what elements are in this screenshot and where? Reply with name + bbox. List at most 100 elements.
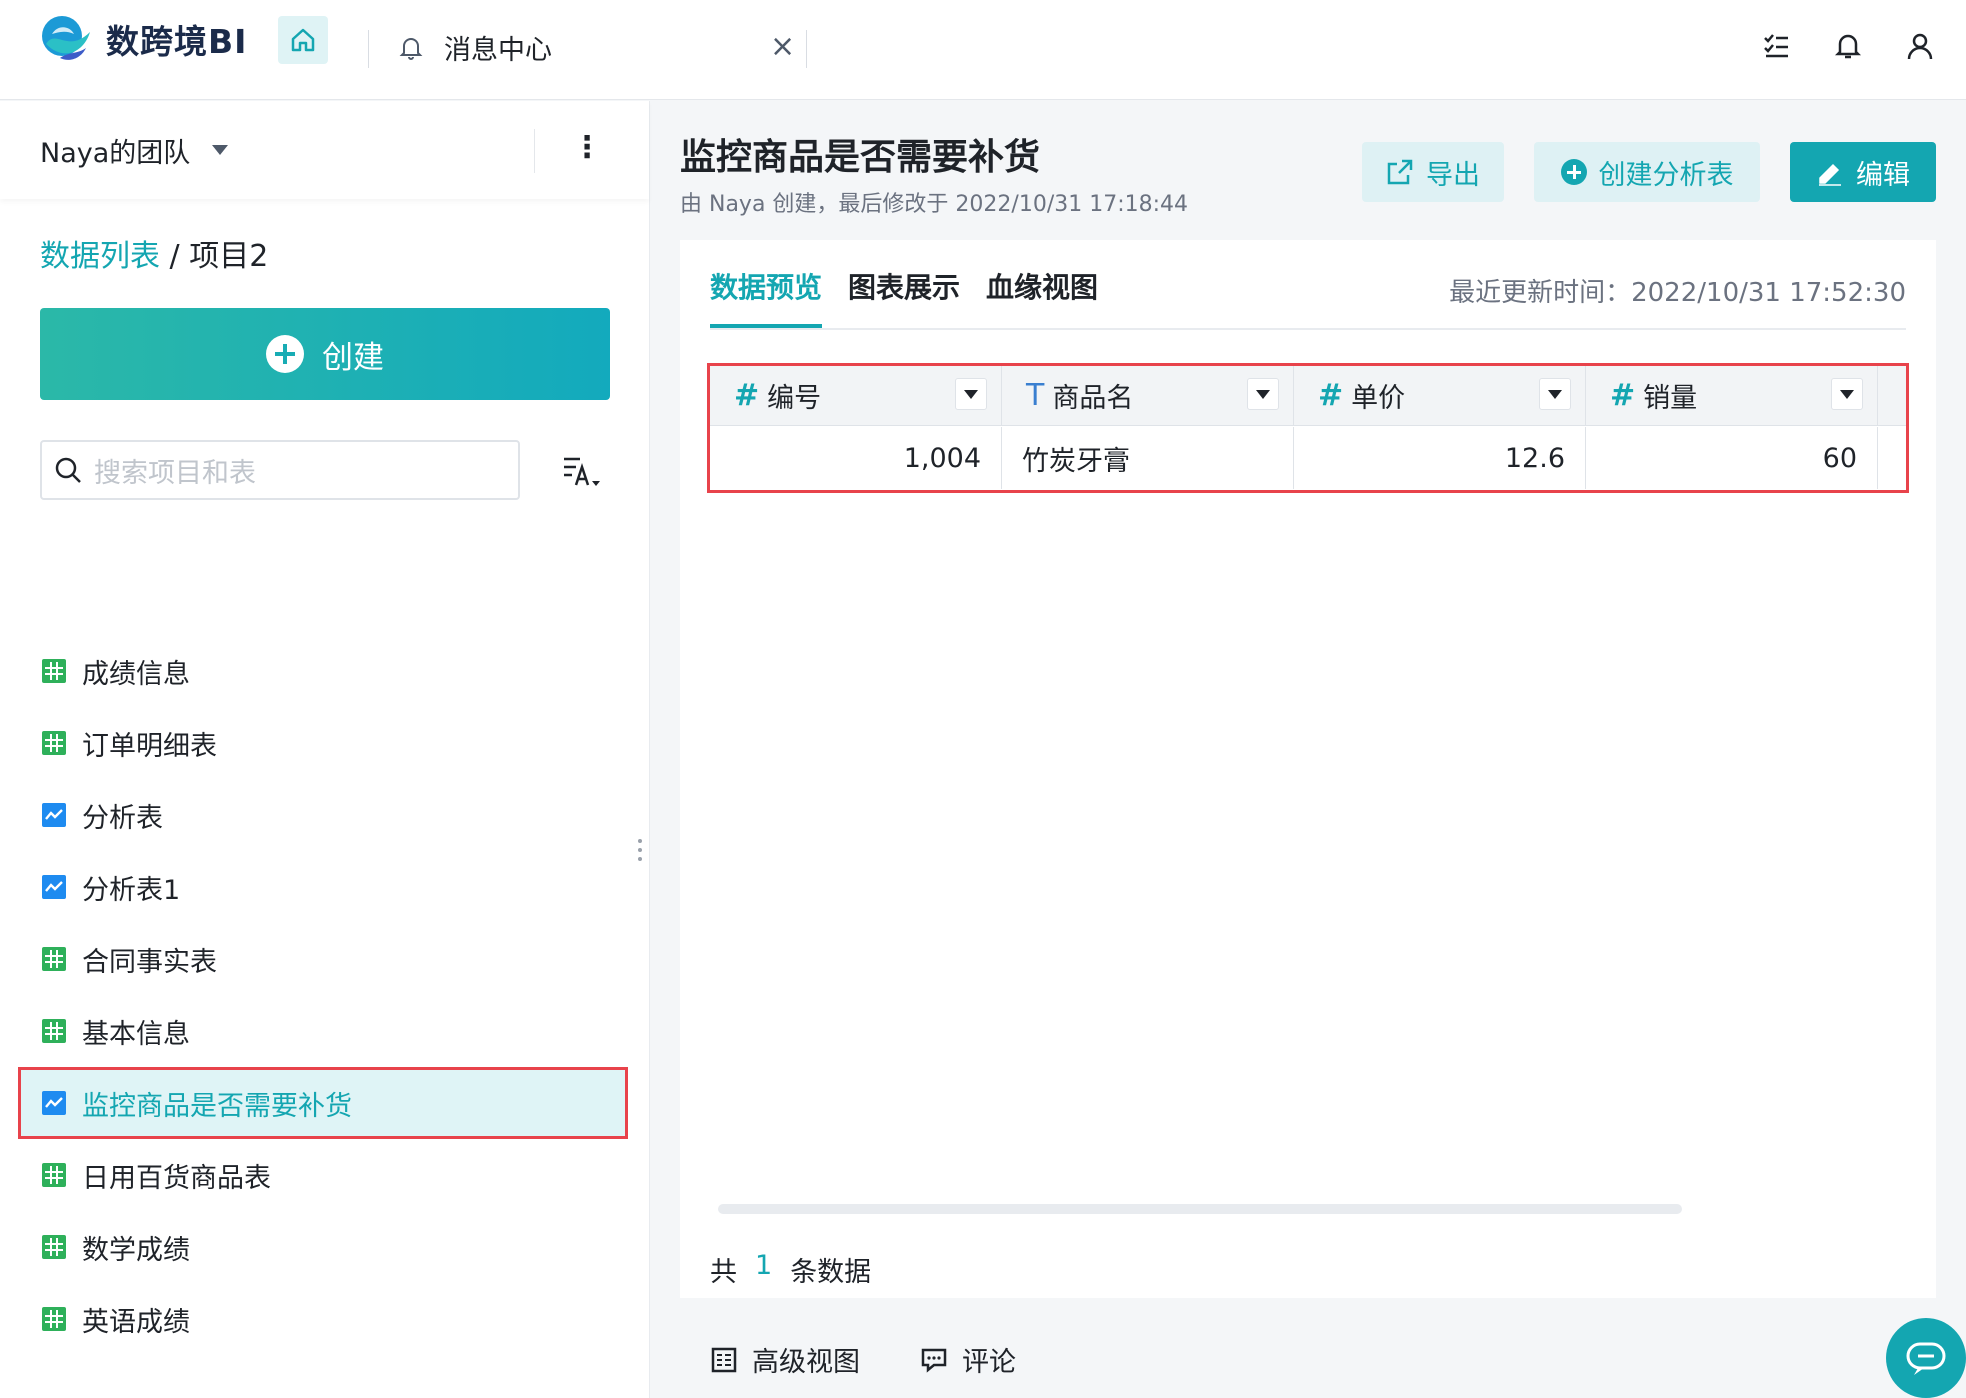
column-dropdown-button[interactable]	[1831, 378, 1863, 410]
column-name: 商品名	[1052, 383, 1134, 414]
data-panel: 数据预览 图表展示 血缘视图 最近更新时间：2022/10/31 17:52:3…	[680, 240, 1936, 1298]
column-dropdown-button[interactable]	[1247, 378, 1279, 410]
table-cell[interactable]: 60	[1586, 427, 1878, 489]
create-analysis-label: 创建分析表	[1598, 159, 1734, 191]
count-prefix: 共	[710, 1257, 737, 1288]
row-count: 共 1 条数据	[710, 1250, 871, 1289]
horizontal-scrollbar[interactable]	[718, 1204, 1682, 1214]
column-header-product-name[interactable]: T 商品名	[1002, 366, 1294, 425]
sidebar-item[interactable]: 监控商品是否需要补货	[18, 1067, 628, 1139]
team-name: Naya的团队	[40, 137, 191, 169]
sort-az-icon	[564, 457, 600, 486]
column-header-unit-price[interactable]: # 单价	[1294, 366, 1586, 425]
column-name: 销量	[1643, 383, 1698, 414]
project-tree: 成绩信息订单明细表 分析表分析表1 合同事实表 基本信息监控商品是否需要补货 日用百货商…	[18, 635, 628, 1355]
column-header-id[interactable]: # 编号	[710, 366, 1002, 425]
cell-value: 1,004	[903, 442, 981, 474]
sidebar-item[interactable]: 日用百货商品表	[18, 1139, 628, 1211]
count-value: 1	[755, 1250, 773, 1281]
column-header-partial	[1878, 366, 1906, 425]
top-bar: 数跨境BI 消息中心 ×	[0, 0, 1966, 100]
sidebar-item[interactable]: 分析表	[18, 779, 628, 851]
brand-logo[interactable]: 数跨境BI	[38, 14, 247, 64]
number-type-icon: #	[1610, 378, 1636, 413]
active-tab-indicator	[710, 324, 822, 328]
sidebar-item[interactable]: 基本信息	[18, 995, 628, 1067]
tab-message-center[interactable]: 消息中心	[398, 28, 552, 67]
user-icon[interactable]	[1904, 30, 1936, 62]
sidebar-item[interactable]: 英语成绩	[18, 1283, 628, 1355]
search-input[interactable]: 搜索项目和表	[40, 440, 520, 500]
sidebar-item-label: 分析表1	[82, 874, 181, 906]
sidebar-item[interactable]: 分析表1	[18, 851, 628, 923]
home-icon	[291, 28, 315, 52]
sidebar-item[interactable]: 数学成绩	[18, 1211, 628, 1283]
column-name: 单价	[1351, 383, 1406, 414]
edit-button[interactable]: 编辑	[1790, 142, 1936, 202]
column-header-sales[interactable]: # 销量	[1586, 366, 1878, 425]
breadcrumb: 数据列表 / 项目2	[40, 231, 268, 275]
sidebar-item-label: 日用百货商品表	[82, 1162, 271, 1194]
table-cell[interactable]: 12.6	[1294, 427, 1586, 489]
edit-pencil-icon	[1819, 163, 1841, 186]
tab-data-preview[interactable]: 数据预览	[710, 266, 822, 306]
column-name: 编号	[767, 383, 822, 414]
sidebar-item-label: 数学成绩	[82, 1234, 190, 1266]
column-dropdown-button[interactable]	[955, 378, 987, 410]
bell-icon	[399, 37, 423, 60]
table-icon	[42, 731, 66, 755]
table-cell[interactable]: 1,004	[710, 427, 1002, 489]
resize-handle[interactable]	[638, 839, 644, 866]
table-icon	[42, 1019, 66, 1043]
table-icon	[42, 1235, 66, 1259]
sidebar-item[interactable]: 成绩信息	[18, 635, 628, 707]
tab-divider	[806, 30, 807, 68]
sidebar-item[interactable]: 合同事实表	[18, 923, 628, 995]
column-dropdown-button[interactable]	[1539, 378, 1571, 410]
close-tab-button[interactable]: ×	[770, 32, 795, 62]
comments-label: 评论	[962, 1347, 1016, 1378]
breadcrumb-data-list-link[interactable]: 数据列表	[40, 239, 160, 274]
support-chat-button[interactable]	[1886, 1318, 1966, 1398]
tab-lineage-view[interactable]: 血缘视图	[986, 266, 1098, 306]
table-header: # 编号 T 商品名 # 单价 # 销量	[710, 366, 1906, 426]
export-icon	[1387, 159, 1413, 185]
table-cell[interactable]: 竹炭牙膏	[1002, 427, 1294, 489]
tasks-icon[interactable]	[1760, 30, 1792, 62]
advanced-view-icon	[711, 1347, 737, 1372]
page-subtitle: 由 Naya 创建，最后修改于 2022/10/31 17:18:44	[680, 192, 1189, 217]
sidebar: Naya的团队 ⋮ 数据列表 / 项目2 创建 搜索项目和表 成绩信息订单明细表…	[0, 101, 650, 1398]
brand-name: 数跨境BI	[106, 22, 248, 61]
sidebar-item-label: 英语成绩	[82, 1306, 190, 1338]
last-update-time: 最近更新时间：2022/10/31 17:52:30	[1449, 278, 1906, 308]
chart-icon	[42, 875, 66, 899]
count-suffix: 条数据	[790, 1257, 872, 1288]
sidebar-item-label: 成绩信息	[82, 658, 190, 690]
table-icon	[42, 947, 66, 971]
create-label: 创建	[322, 339, 384, 376]
logo-icon	[38, 14, 94, 64]
sidebar-item[interactable]: 订单明细表	[18, 707, 628, 779]
comments-button[interactable]: 评论	[920, 1340, 1016, 1379]
chat-bubble-icon	[1906, 1342, 1946, 1375]
sidebar-item-label: 监控商品是否需要补货	[82, 1090, 352, 1122]
caret-down-icon[interactable]	[212, 145, 229, 155]
comment-icon	[921, 1348, 947, 1373]
tab-divider	[368, 30, 369, 68]
export-button[interactable]: 导出	[1362, 142, 1504, 202]
create-analysis-button[interactable]: 创建分析表	[1534, 142, 1760, 202]
advanced-view-button[interactable]: 高级视图	[710, 1340, 860, 1379]
search-icon	[55, 457, 81, 483]
create-button[interactable]: 创建	[40, 308, 610, 400]
table-icon	[42, 1163, 66, 1187]
number-type-icon: #	[734, 378, 760, 413]
more-vertical-icon[interactable]: ⋮	[572, 133, 602, 163]
team-selector[interactable]: Naya的团队 ⋮	[0, 101, 649, 199]
sort-button[interactable]	[562, 453, 606, 493]
notification-bell-icon[interactable]	[1832, 30, 1864, 62]
home-button[interactable]	[278, 16, 328, 64]
advanced-view-label: 高级视图	[752, 1347, 860, 1378]
cell-value: 60	[1822, 442, 1857, 474]
tab-chart-display[interactable]: 图表展示	[848, 266, 960, 306]
breadcrumb-separator: /	[169, 239, 180, 274]
